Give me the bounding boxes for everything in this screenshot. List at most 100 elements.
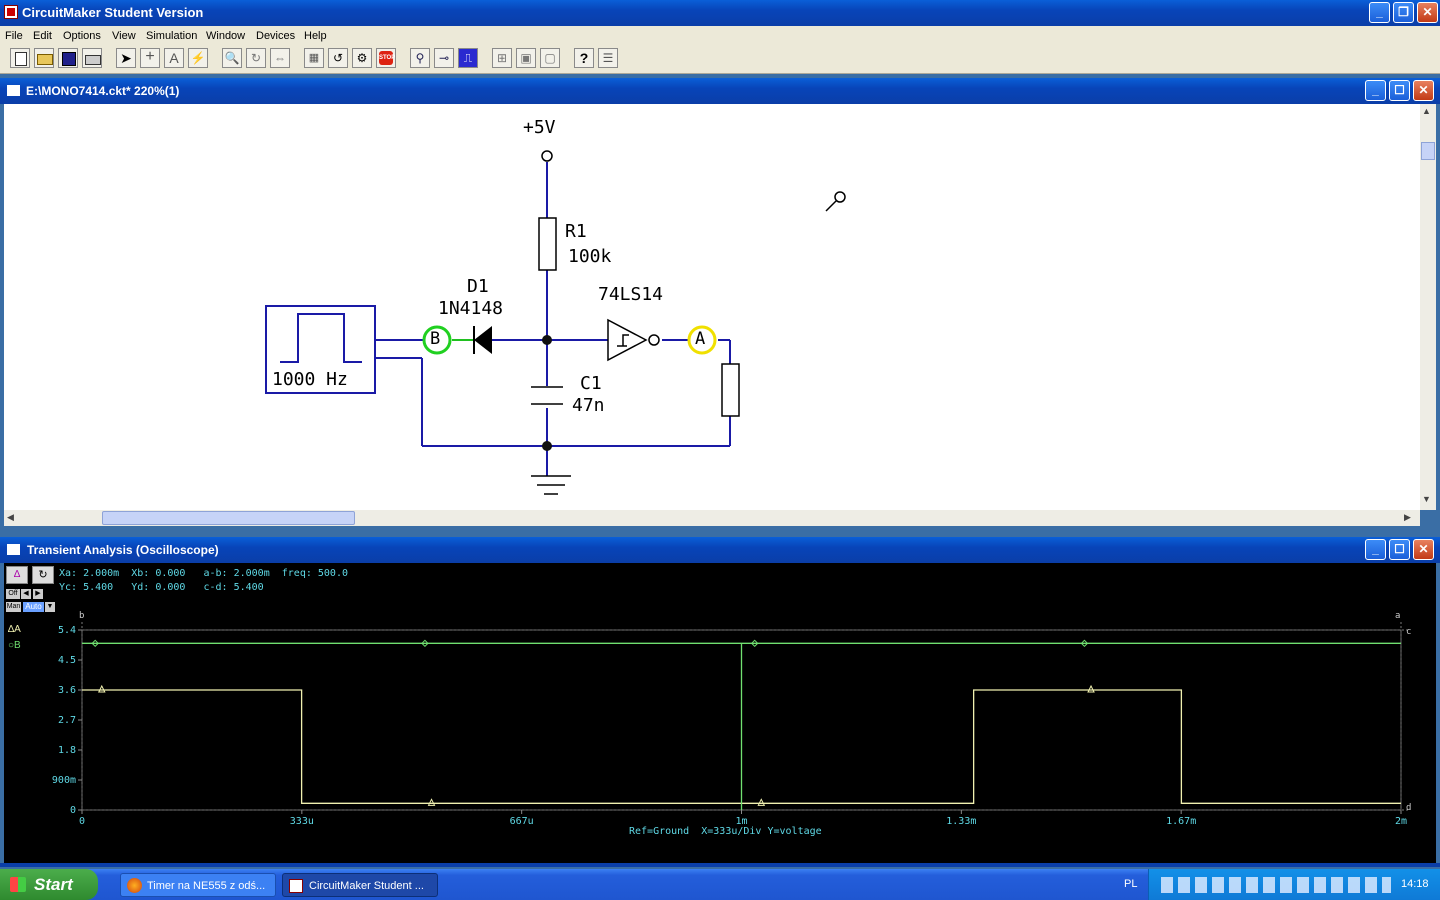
save-icon[interactable] [58, 48, 78, 68]
menu-file[interactable]: File [5, 30, 23, 42]
scope-minimize-button[interactable]: _ [1365, 539, 1386, 560]
mirror-icon[interactable]: ⇔ [270, 48, 290, 68]
circuit-close-button[interactable]: ✕ [1413, 80, 1434, 101]
menu-devices[interactable]: Devices [256, 30, 295, 42]
y-tick-label: 900m [52, 775, 76, 786]
menu-help[interactable]: Help [304, 30, 327, 42]
scroll-down-arrow-icon[interactable]: ▼ [1422, 494, 1431, 504]
scroll-left-arrow-icon[interactable]: ◀ [7, 512, 14, 523]
wires [376, 162, 731, 476]
circuit-minimize-button[interactable]: _ [1365, 80, 1386, 101]
delete-icon[interactable]: ▢ [540, 48, 560, 68]
taskbar-item-firefox[interactable]: Timer na NE555 z odś... [120, 873, 276, 897]
scope-maximize-button[interactable]: ☐ [1389, 539, 1410, 560]
r1-name: R1 [565, 221, 587, 242]
close-button[interactable]: ✕ [1417, 2, 1438, 23]
probe-a-label[interactable]: A [695, 329, 705, 349]
circuitmaker-icon [289, 879, 303, 893]
scope-close-button[interactable]: ✕ [1413, 539, 1434, 560]
start-label: Start [34, 875, 73, 894]
group-icon[interactable]: ▣ [516, 48, 536, 68]
h-scroll-thumb[interactable] [102, 511, 355, 525]
language-indicator[interactable]: PL [1124, 878, 1137, 890]
windows-flag-icon [10, 877, 26, 892]
circuit-canvas[interactable]: +5V R1 100k D1 1N4148 74LS14 C1 47n 1000… [4, 104, 1420, 510]
menu-bar: File Edit Options View Simulation Window… [0, 26, 1440, 44]
reset-icon[interactable]: ↺ [328, 48, 348, 68]
y-tick-label: 4.5 [58, 655, 76, 666]
step-icon[interactable]: ⚙ [352, 48, 372, 68]
r1-resistor [538, 217, 557, 271]
y-tick-label: 2.7 [58, 715, 76, 726]
x-tick-label: 667u [510, 816, 534, 827]
cursor-d-label: d [1406, 803, 1411, 813]
y-tick-label: 5.4 [58, 625, 76, 636]
cursor-a-label: a [1395, 611, 1400, 621]
probe-icon[interactable]: ⚲ [410, 48, 430, 68]
window-icon [7, 85, 20, 96]
vcc-label: +5V [523, 117, 556, 138]
scope-window-title-bar: Transient Analysis (Oscilloscope) _ ☐ ✕ [0, 537, 1440, 563]
y-tick-label: 0 [70, 805, 76, 816]
marker-a [1087, 684, 1095, 693]
toolbar [0, 44, 1440, 74]
scope-canvas[interactable]: Xa: 2.000m Xb: 0.000 a-b: 2.000m freq: 5… [4, 563, 1436, 863]
text-tool-icon[interactable]: A [164, 48, 184, 68]
trace-icon[interactable]: ⊸ [434, 48, 454, 68]
print-icon[interactable] [82, 48, 102, 68]
circuit-window-title-bar: E:\MONO7414.ckt* 220%(1) _ ☐ ✕ [0, 78, 1440, 104]
x-tick-label: 333u [290, 816, 314, 827]
tray-icons[interactable] [1161, 877, 1391, 893]
arrow-tool-icon[interactable]: ➤ [116, 48, 136, 68]
scope-window-border [0, 863, 1440, 867]
align-icon[interactable]: ⊞ [492, 48, 512, 68]
rotate-icon[interactable]: ↻ [246, 48, 266, 68]
trace-b [82, 642, 1401, 810]
app-title-bar: CircuitMaker Student Version _ ❐ ✕ [0, 0, 1440, 26]
circuit-window-title: E:\MONO7414.ckt* 220%(1) [26, 84, 180, 98]
y-tick-label: 1.8 [58, 745, 76, 756]
circuit-horizontal-scrollbar[interactable]: ◀ ▶ [4, 510, 1420, 526]
oscilloscope-plot[interactable]: 0 333u 667u 1m 1.33m 1.67m 2m5.44.53.62.71.890… [4, 563, 1436, 863]
marker-a [757, 798, 766, 806]
x-tick-label: 0 [79, 816, 85, 827]
waveform-icon[interactable]: ⎍ [458, 48, 478, 68]
scroll-thumb[interactable] [1421, 142, 1435, 160]
new-file-icon[interactable] [10, 48, 30, 68]
x-tick-label: 1.67m [1166, 816, 1196, 827]
vcc-terminal [541, 150, 553, 162]
open-folder-icon[interactable] [34, 48, 54, 68]
menu-window[interactable]: Window [206, 30, 245, 42]
circuit-maximize-button[interactable]: ☐ [1389, 80, 1410, 101]
zoom-icon[interactable]: 🔍 [222, 48, 242, 68]
taskbar-item-circuitmaker[interactable]: CircuitMaker Student ... [282, 873, 438, 897]
marker-a [427, 798, 436, 806]
scroll-right-arrow-icon[interactable]: ▶ [1404, 512, 1411, 523]
macro-icon[interactable]: ▦ [304, 48, 324, 68]
menu-simulation[interactable]: Simulation [146, 30, 197, 42]
menu-view[interactable]: View [112, 30, 136, 42]
start-button[interactable]: Start [0, 869, 98, 900]
junction-dot [542, 441, 552, 451]
options-icon[interactable]: ☰ [598, 48, 618, 68]
help-icon[interactable]: ? [574, 48, 594, 68]
scroll-up-arrow-icon[interactable]: ▲ [1422, 106, 1431, 116]
wire-tool-icon[interactable]: + [140, 48, 160, 68]
restore-button[interactable]: ❐ [1393, 2, 1414, 23]
ground-symbol [531, 475, 571, 495]
app-icon [4, 5, 18, 19]
firefox-icon [127, 878, 142, 893]
stop-icon[interactable]: STOP [376, 48, 396, 68]
load-resistor [721, 363, 740, 417]
window-icon [7, 544, 20, 555]
schmitt-inverter [607, 318, 660, 362]
probe-tool-icon[interactable]: ⚡ [188, 48, 208, 68]
marker-a [97, 684, 106, 693]
circuit-vertical-scrollbar[interactable]: ▲ ▼ [1420, 104, 1436, 510]
clock: 14:18 [1401, 878, 1429, 890]
menu-edit[interactable]: Edit [33, 30, 52, 42]
menu-options[interactable]: Options [63, 30, 101, 42]
cursor-b-label: b [79, 611, 84, 621]
minimize-button[interactable]: _ [1369, 2, 1390, 23]
probe-b-label[interactable]: B [430, 329, 440, 349]
